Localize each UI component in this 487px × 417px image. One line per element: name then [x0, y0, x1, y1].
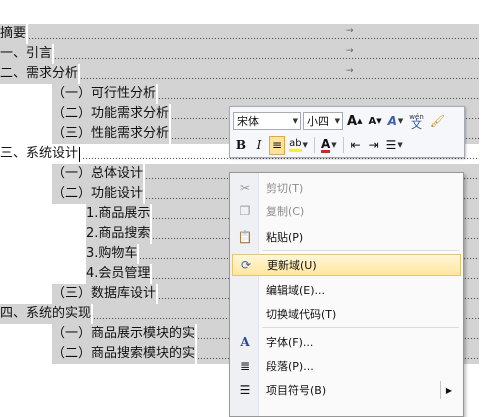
toc-entry[interactable]: （一）可行性分析 [0, 84, 487, 104]
toc-entry-text: 2.商品搜索 [86, 224, 151, 244]
toc-entry-text: 三、系统设计 [0, 146, 79, 161]
toc-entry-text: （一）总体设计 [52, 164, 144, 184]
paste-icon: 📋 [237, 230, 253, 244]
toc-leader-dots [28, 24, 479, 44]
menu-item-label: 更新域(U) [267, 259, 317, 272]
menu-item[interactable]: 📋 粘贴(P) [232, 226, 461, 248]
toc-entry-text: （二）商品搜索模块的实 [52, 344, 196, 364]
decrease-indent-icon: ⇤ [350, 138, 361, 152]
menu-separator [262, 250, 459, 251]
bold-button[interactable]: B [233, 136, 249, 155]
menu-item-label: 剪切(T) [266, 182, 304, 195]
menu-item[interactable]: 编辑域(E)... [232, 279, 461, 301]
italic-button[interactable]: I [251, 136, 267, 155]
highlight-color-button[interactable]: ab ▼ [287, 136, 310, 155]
center-align-button[interactable]: ≡ [269, 135, 286, 155]
chevron-down-icon: ▼ [292, 117, 298, 125]
highlight-icon: ab [289, 138, 302, 152]
tab-mark-icon: → [346, 46, 354, 56]
bold-icon: B [235, 138, 247, 152]
bullets-icon: ☰ [385, 138, 397, 152]
tab-mark-icon: → [346, 26, 354, 36]
submenu-arrow-icon[interactable]: ▶ [440, 381, 457, 399]
toc-entry-text: （三）数据库设计 [52, 284, 157, 304]
toolbar-separator [342, 137, 344, 153]
toc-entry-text: （一）可行性分析 [52, 84, 157, 104]
menu-item[interactable]: 切换域代码(T) [232, 303, 461, 325]
toc-entry-text: （二）功能设计 [52, 184, 144, 204]
shrink-font-button[interactable]: A ▼ [366, 112, 383, 131]
toolbar-separator [313, 137, 315, 153]
toc-entry[interactable]: 一、引言 → [0, 44, 487, 64]
tab-mark-icon: → [346, 66, 354, 76]
mini-toolbar: 宋体 ▼ 小四 ▼ A▲ A▼ A▼ wén 文 🖌 B I ≡ ab▼ [229, 106, 465, 158]
paragraph-icon: ≣ [239, 359, 251, 373]
font-name-value: 宋体 [237, 115, 259, 128]
context-menu: ✂ 剪切(T) ❐ 复制(C) 📋 粘贴(P) ⟳ 更新域(U) 编辑域(E)... 切换域代码(… [229, 172, 464, 417]
toc-entry-text: （三）性能需求分析 [52, 124, 170, 144]
menu-item-label: 字体(F)... [266, 336, 314, 349]
toc-entry-text: （一）商品展示模块的实 [52, 324, 196, 344]
toc-leader-dots [80, 64, 479, 84]
center-align-icon: ≡ [272, 138, 283, 152]
phonetic-char: 文 [411, 118, 423, 131]
text-effects-icon: A [387, 114, 397, 128]
font-color-icon: A [320, 136, 331, 153]
toc-entry[interactable]: 二、需求分析 → [0, 64, 487, 84]
menu-item[interactable]: ❐ 复制(C) [232, 200, 461, 222]
toc-entry-text: 一、引言 [0, 44, 53, 64]
font-color-button[interactable]: A ▼ [319, 136, 339, 155]
toc-entry-text: 1.商品展示 [86, 204, 151, 224]
phonetic-guide-button[interactable]: wén 文 [407, 112, 425, 131]
bullets-icon: ☰ [239, 383, 251, 397]
toc-entry-text: 四、系统的实现 [0, 304, 92, 324]
menu-item[interactable]: ☰ 项目符号(B) ▶ [232, 379, 461, 401]
menu-item-label: 粘贴(P) [266, 231, 304, 244]
font-name-combo[interactable]: 宋体 ▼ [233, 112, 301, 130]
shrink-font-icon: A [368, 115, 377, 127]
chevron-down-icon: ▼ [334, 117, 340, 125]
cut-icon: ✂ [239, 181, 251, 195]
copy-icon: ❐ [239, 204, 251, 218]
decrease-indent-button[interactable]: ⇤ [348, 136, 364, 155]
menu-item[interactable]: ≣ 段落(P)... [232, 355, 461, 377]
update-field-icon: ⟳ [240, 258, 252, 272]
menu-item-label: 项目符号(B) [266, 384, 327, 397]
italic-icon: I [256, 138, 262, 152]
increase-indent-button[interactable]: ⇥ [366, 136, 382, 155]
menu-item-label: 切换域代码(T) [266, 308, 337, 321]
toc-leader-dots [54, 44, 479, 64]
font-icon: A [240, 335, 250, 349]
toc-entry-text: （二）功能需求分析 [52, 104, 170, 124]
toc-entry[interactable]: 摘要 → [0, 24, 487, 44]
menu-item-label: 编辑域(E)... [266, 284, 326, 297]
toc-entry-text: 摘要 [0, 24, 27, 44]
toc-entry-text: 4.会员管理 [86, 264, 151, 284]
bullets-button[interactable]: ☰ ▼ [384, 136, 405, 155]
font-size-combo[interactable]: 小四 ▼ [303, 112, 343, 130]
increase-indent-icon: ⇥ [368, 138, 379, 152]
format-painter-icon: 🖌 [429, 114, 445, 128]
toc-entry-text: 3.购物车 [86, 244, 138, 264]
menu-item-label: 复制(C) [266, 205, 305, 218]
menu-item[interactable]: ✂ 剪切(T) [232, 177, 461, 199]
grow-font-icon: A [347, 113, 358, 129]
text-effects-button[interactable]: A ▼ [386, 112, 406, 131]
menu-separator [262, 327, 459, 328]
menu-item-label: 段落(P)... [266, 360, 314, 373]
font-size-value: 小四 [307, 115, 329, 128]
menu-item[interactable]: A 字体(F)... [232, 331, 461, 353]
text-caret [79, 146, 81, 162]
menu-item[interactable]: ⟳ 更新域(U) [232, 254, 461, 276]
toc-leader-dots [158, 84, 479, 104]
format-painter-button[interactable]: 🖌 [428, 112, 447, 131]
grow-font-button[interactable]: A ▲ [345, 112, 364, 131]
toc-entry-text: 二、需求分析 [0, 64, 79, 84]
